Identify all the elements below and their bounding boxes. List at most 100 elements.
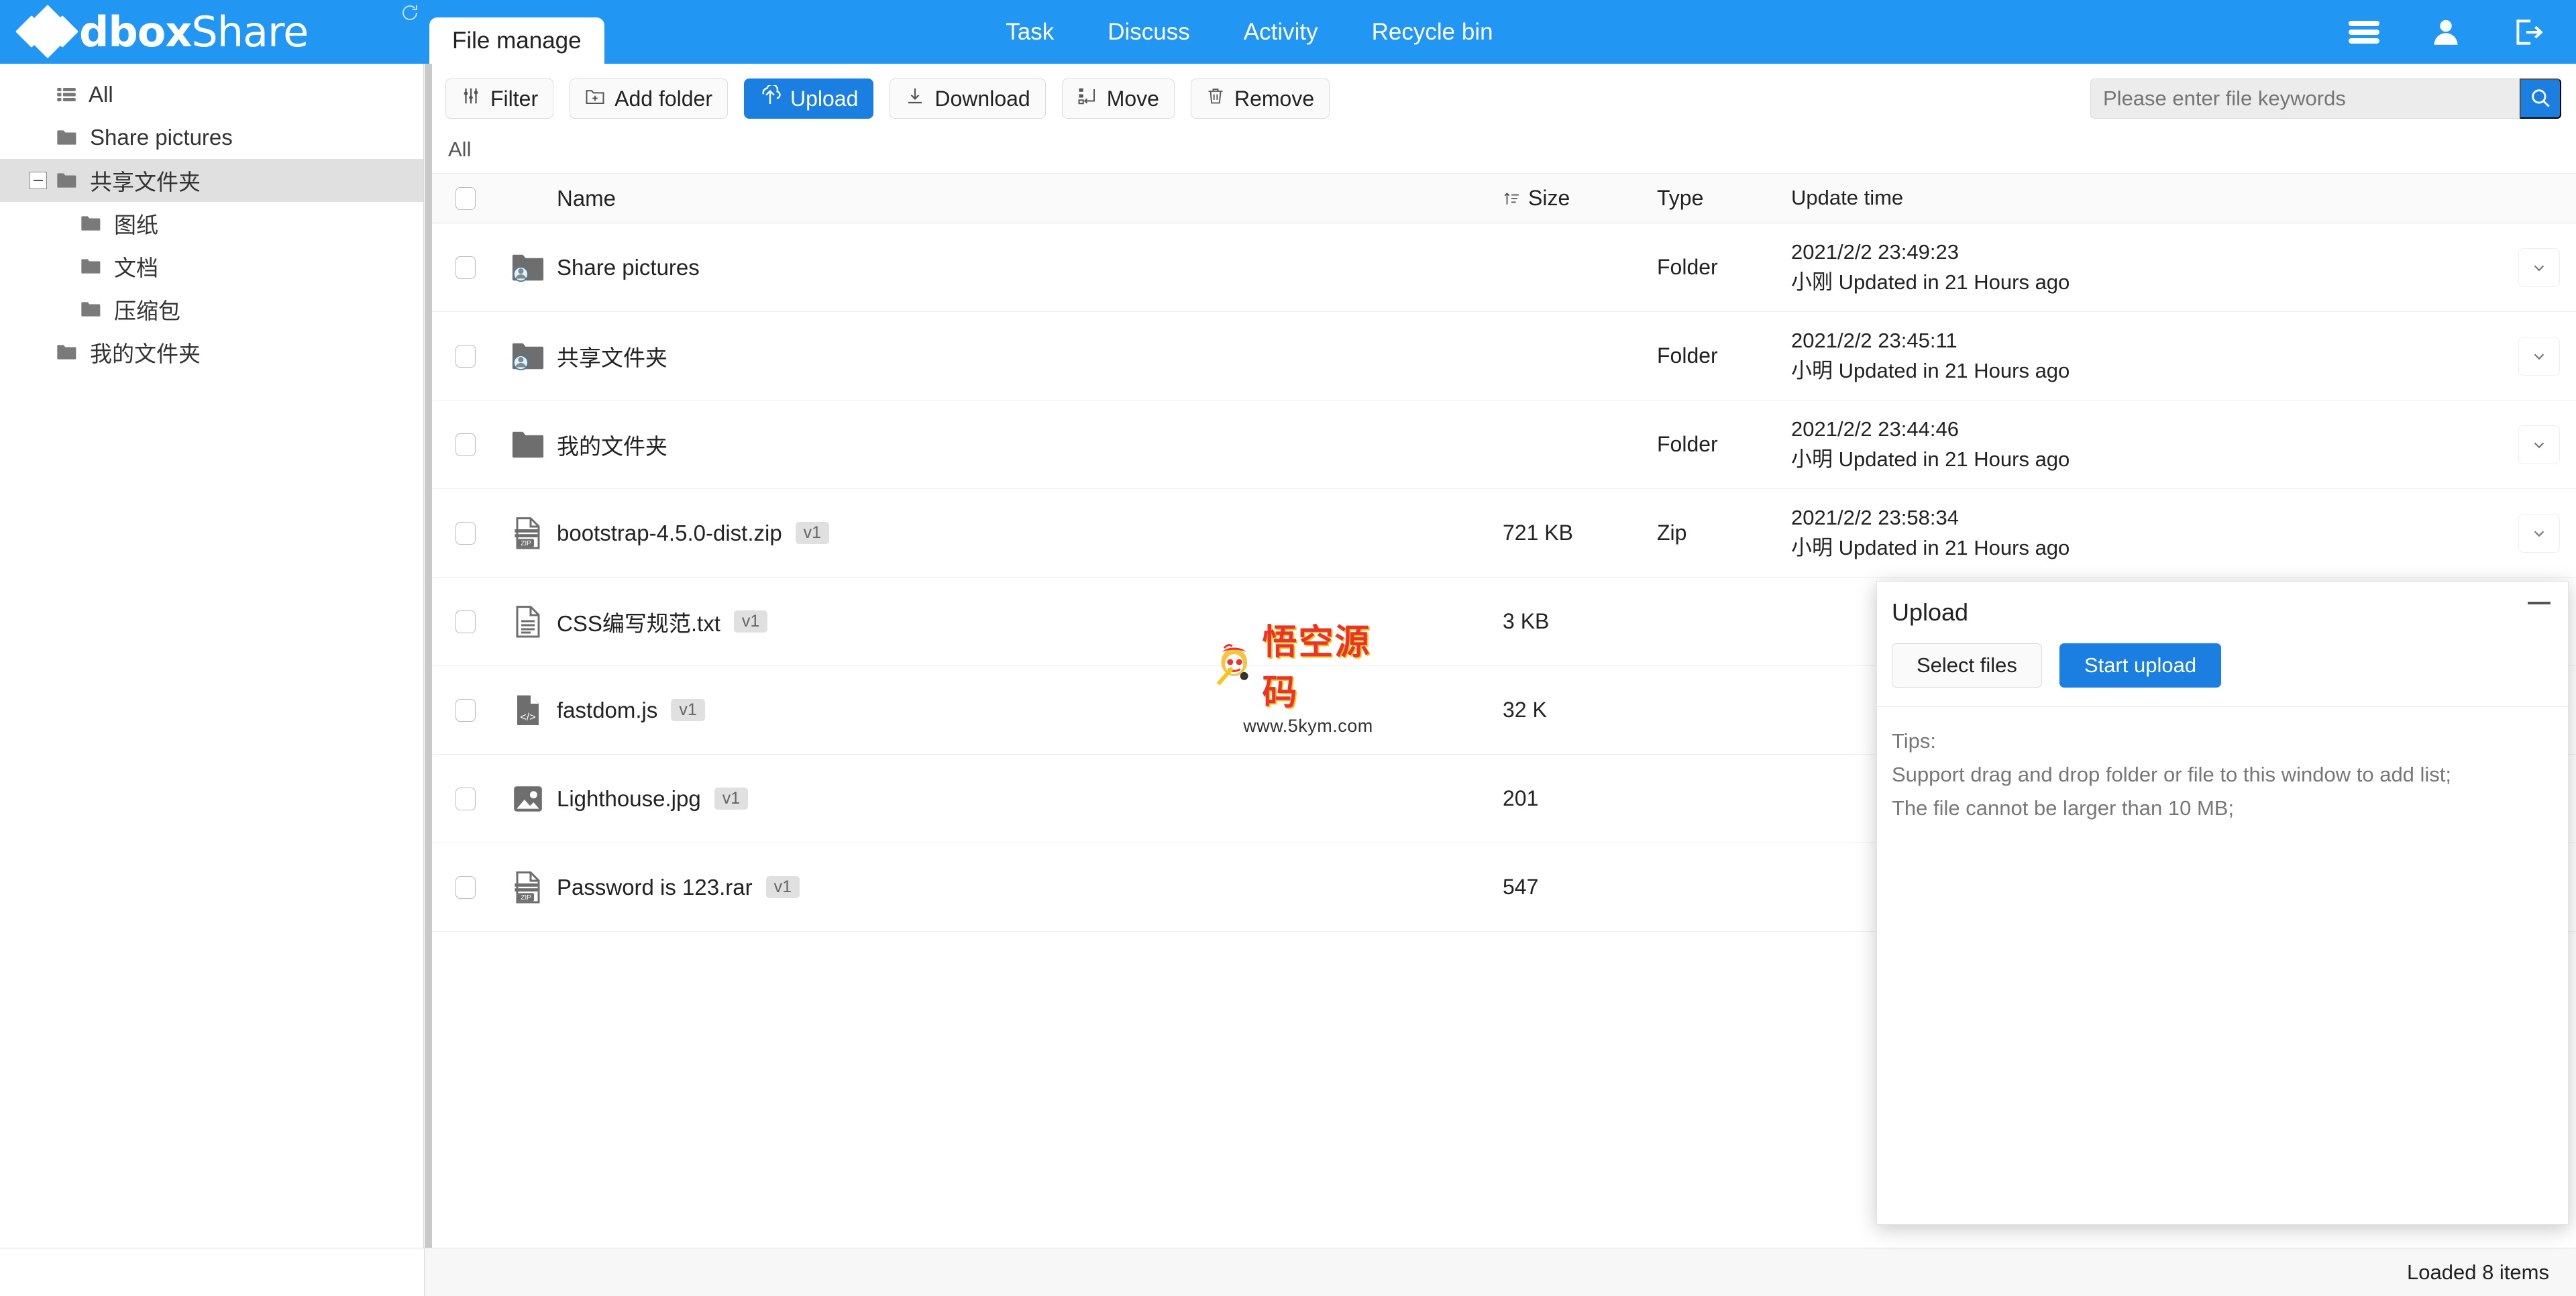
- sidebar-item-all[interactable]: All: [0, 73, 423, 116]
- move-icon: [1077, 86, 1097, 111]
- remove-button[interactable]: Remove: [1190, 78, 1330, 119]
- sidebar-item-shared-folder[interactable]: 共享文件夹: [0, 159, 423, 202]
- row-checkbox[interactable]: [455, 256, 476, 279]
- start-upload-button[interactable]: Start upload: [2059, 643, 2222, 688]
- nav-link-task[interactable]: Task: [979, 0, 1081, 64]
- column-header-name[interactable]: Name: [557, 186, 1503, 211]
- select-all-cell[interactable]: [432, 186, 499, 210]
- column-header-type[interactable]: Type: [1657, 186, 1791, 211]
- row-checkbox[interactable]: [455, 698, 476, 722]
- version-badge: v1: [765, 876, 800, 898]
- column-header-size[interactable]: Size: [1503, 186, 1657, 211]
- row-more-cell[interactable]: [2502, 425, 2576, 464]
- chevron-down-icon[interactable]: [2518, 513, 2560, 553]
- table-row[interactable]: 共享文件夹 Folder 2021/2/2 23:45:11 小明 Update…: [432, 312, 2576, 400]
- sidebar-item-my-folder[interactable]: 我的文件夹: [0, 331, 423, 374]
- logout-icon[interactable]: [2510, 15, 2545, 50]
- row-select-cell[interactable]: [432, 610, 499, 633]
- row-select-cell[interactable]: [432, 698, 499, 722]
- row-select-cell[interactable]: [432, 521, 499, 545]
- sidebar-item-label: 我的文件夹: [90, 341, 201, 366]
- filter-button[interactable]: Filter: [445, 78, 554, 119]
- nav-link-activity[interactable]: Activity: [1217, 0, 1345, 64]
- sidebar-item-archives[interactable]: 压缩包: [0, 288, 423, 331]
- row-select-cell[interactable]: [432, 256, 499, 279]
- file-toolbar: Filter Add folder Upload Download Move R…: [432, 72, 2576, 125]
- table-row[interactable]: ZIP bootstrap-4.5.0-dist.zip v1 721 KB Z…: [432, 489, 2576, 578]
- row-size: 32 K: [1503, 698, 1547, 722]
- version-badge: v1: [714, 788, 749, 810]
- button-label: Add folder: [614, 86, 712, 111]
- tips-line: The file cannot be larger than 10 MB;: [1892, 796, 2235, 820]
- upload-button[interactable]: Upload: [743, 78, 874, 119]
- sidebar-item-label: All: [89, 82, 113, 107]
- row-more-cell[interactable]: [2502, 513, 2576, 553]
- row-checkbox[interactable]: [455, 344, 476, 368]
- select-all-checkbox[interactable]: [455, 186, 476, 210]
- search-input[interactable]: [2090, 78, 2520, 119]
- row-name-cell[interactable]: 我的文件夹: [557, 429, 1503, 461]
- row-checkbox[interactable]: [455, 433, 476, 456]
- row-select-cell[interactable]: [432, 344, 499, 368]
- statusbar: Loaded 8 items: [425, 1248, 2576, 1296]
- row-name-cell[interactable]: fastdom.js v1: [557, 698, 1503, 723]
- sidebar-item-documents[interactable]: 文档: [0, 245, 423, 288]
- shared-folder-icon: [499, 251, 557, 284]
- row-name-cell[interactable]: Share pictures: [557, 255, 1503, 280]
- upload-panel-header: Upload: [1877, 582, 2568, 643]
- row-author-line: 小刚 Updated in 21 Hours ago: [1791, 270, 2070, 294]
- row-checkbox[interactable]: [455, 787, 476, 810]
- text-icon: [499, 604, 557, 639]
- row-checkbox[interactable]: [455, 875, 476, 899]
- select-files-button[interactable]: Select files: [1892, 643, 2042, 688]
- column-label: Size: [1528, 186, 1570, 210]
- nav-link-recycle-bin[interactable]: Recycle bin: [1345, 0, 1520, 64]
- row-time: 2021/2/2 23:45:11 小明 Updated in 21 Hours…: [1791, 326, 2502, 386]
- refresh-icon[interactable]: [400, 3, 420, 23]
- brand-name-light: Share: [191, 7, 309, 56]
- nav-link-discuss[interactable]: Discuss: [1081, 0, 1217, 64]
- download-button[interactable]: Download: [890, 78, 1046, 119]
- row-more-cell[interactable]: [2502, 248, 2576, 287]
- row-select-cell[interactable]: [432, 433, 499, 456]
- sidebar-item-drawings[interactable]: 图纸: [0, 202, 423, 245]
- row-select-cell[interactable]: [432, 787, 499, 810]
- row-name-cell[interactable]: Password is 123.rar v1: [557, 875, 1503, 900]
- user-icon[interactable]: [2428, 15, 2463, 50]
- row-checkbox[interactable]: [455, 610, 476, 633]
- table-row[interactable]: Share pictures Folder 2021/2/2 23:49:23 …: [432, 223, 2576, 312]
- minimize-icon[interactable]: [2528, 602, 2551, 604]
- dbox-diamond-logo-icon: [15, 4, 79, 58]
- button-label: Upload: [790, 86, 859, 111]
- filter-icon: [461, 86, 481, 111]
- collapse-minus-icon[interactable]: [30, 172, 47, 189]
- chevron-down-icon[interactable]: [2518, 248, 2560, 287]
- add-folder-button[interactable]: Add folder: [570, 78, 728, 119]
- row-select-cell[interactable]: [432, 875, 499, 899]
- row-name-cell[interactable]: 共享文件夹: [557, 340, 1503, 372]
- search-button[interactable]: [2520, 78, 2561, 119]
- folder-icon: [56, 128, 78, 147]
- sidebar-item-share-pictures[interactable]: Share pictures: [0, 116, 423, 159]
- table-row[interactable]: 我的文件夹 Folder 2021/2/2 23:44:46 小明 Update…: [432, 400, 2576, 489]
- brand-name-bold: dbox: [79, 7, 192, 56]
- row-more-cell[interactable]: [2502, 336, 2576, 376]
- code-icon: </>: [499, 693, 557, 728]
- row-name-cell[interactable]: Lighthouse.jpg v1: [557, 786, 1503, 812]
- row-checkbox[interactable]: [455, 521, 476, 545]
- row-name-cell[interactable]: bootstrap-4.5.0-dist.zip v1: [557, 521, 1503, 546]
- sort-ascending-icon[interactable]: [1503, 190, 1520, 207]
- menu-icon[interactable]: [2347, 15, 2381, 50]
- brand-logo-area[interactable]: dboxShare: [0, 0, 309, 64]
- row-name-cell[interactable]: CSS编写规范.txt v1: [557, 606, 1503, 638]
- chevron-down-icon[interactable]: [2518, 425, 2560, 464]
- table-header-row: Name Size Type Update time: [432, 174, 2576, 223]
- chevron-down-icon[interactable]: [2518, 336, 2560, 376]
- column-header-update-time[interactable]: Update time: [1791, 183, 2502, 213]
- sidebar-tree: All Share pictures 共享文件夹 图纸 文档 压缩包 我的文件夹: [0, 64, 424, 1248]
- sidebar-item-label: 共享文件夹: [90, 170, 201, 195]
- breadcrumb[interactable]: All: [432, 125, 2576, 174]
- move-button[interactable]: Move: [1061, 78, 1175, 119]
- tab-file-manage[interactable]: File manage: [429, 17, 604, 64]
- file-name: 共享文件夹: [557, 345, 667, 370]
